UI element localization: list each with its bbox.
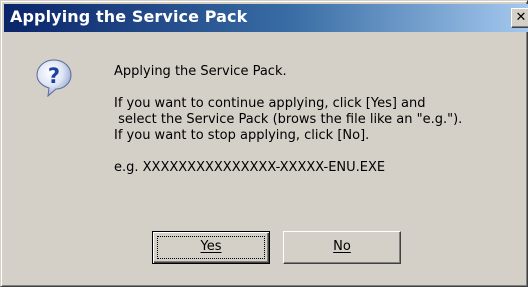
no-button[interactable]: No xyxy=(283,231,401,264)
window-title: Applying the Service Pack xyxy=(10,7,248,26)
message-line-2: If you want to continue applying, click … xyxy=(114,96,426,111)
message-dialog: Applying the Service Pack ✕ ? Applying t… xyxy=(0,0,528,287)
close-icon: ✕ xyxy=(515,10,527,25)
no-button-label: No xyxy=(333,239,351,254)
message-line-3: select the Service Pack (brows the file … xyxy=(114,112,463,127)
yes-button[interactable]: Yes xyxy=(152,231,270,264)
svg-text:?: ? xyxy=(48,64,60,88)
question-icon: ? xyxy=(36,59,72,98)
close-button[interactable]: ✕ xyxy=(511,8,528,28)
yes-button-label: Yes xyxy=(200,239,222,254)
message-line-1: Applying the Service Pack. xyxy=(114,64,287,79)
message-example: e.g. XXXXXXXXXXXXXXX-XXXXX-ENU.EXE xyxy=(114,160,386,175)
message-line-4: If you want to stop applying, click [No]… xyxy=(114,128,370,143)
message-text: Applying the Service Pack. If you want t… xyxy=(114,64,462,176)
title-bar[interactable]: Applying the Service Pack ✕ xyxy=(4,4,528,32)
